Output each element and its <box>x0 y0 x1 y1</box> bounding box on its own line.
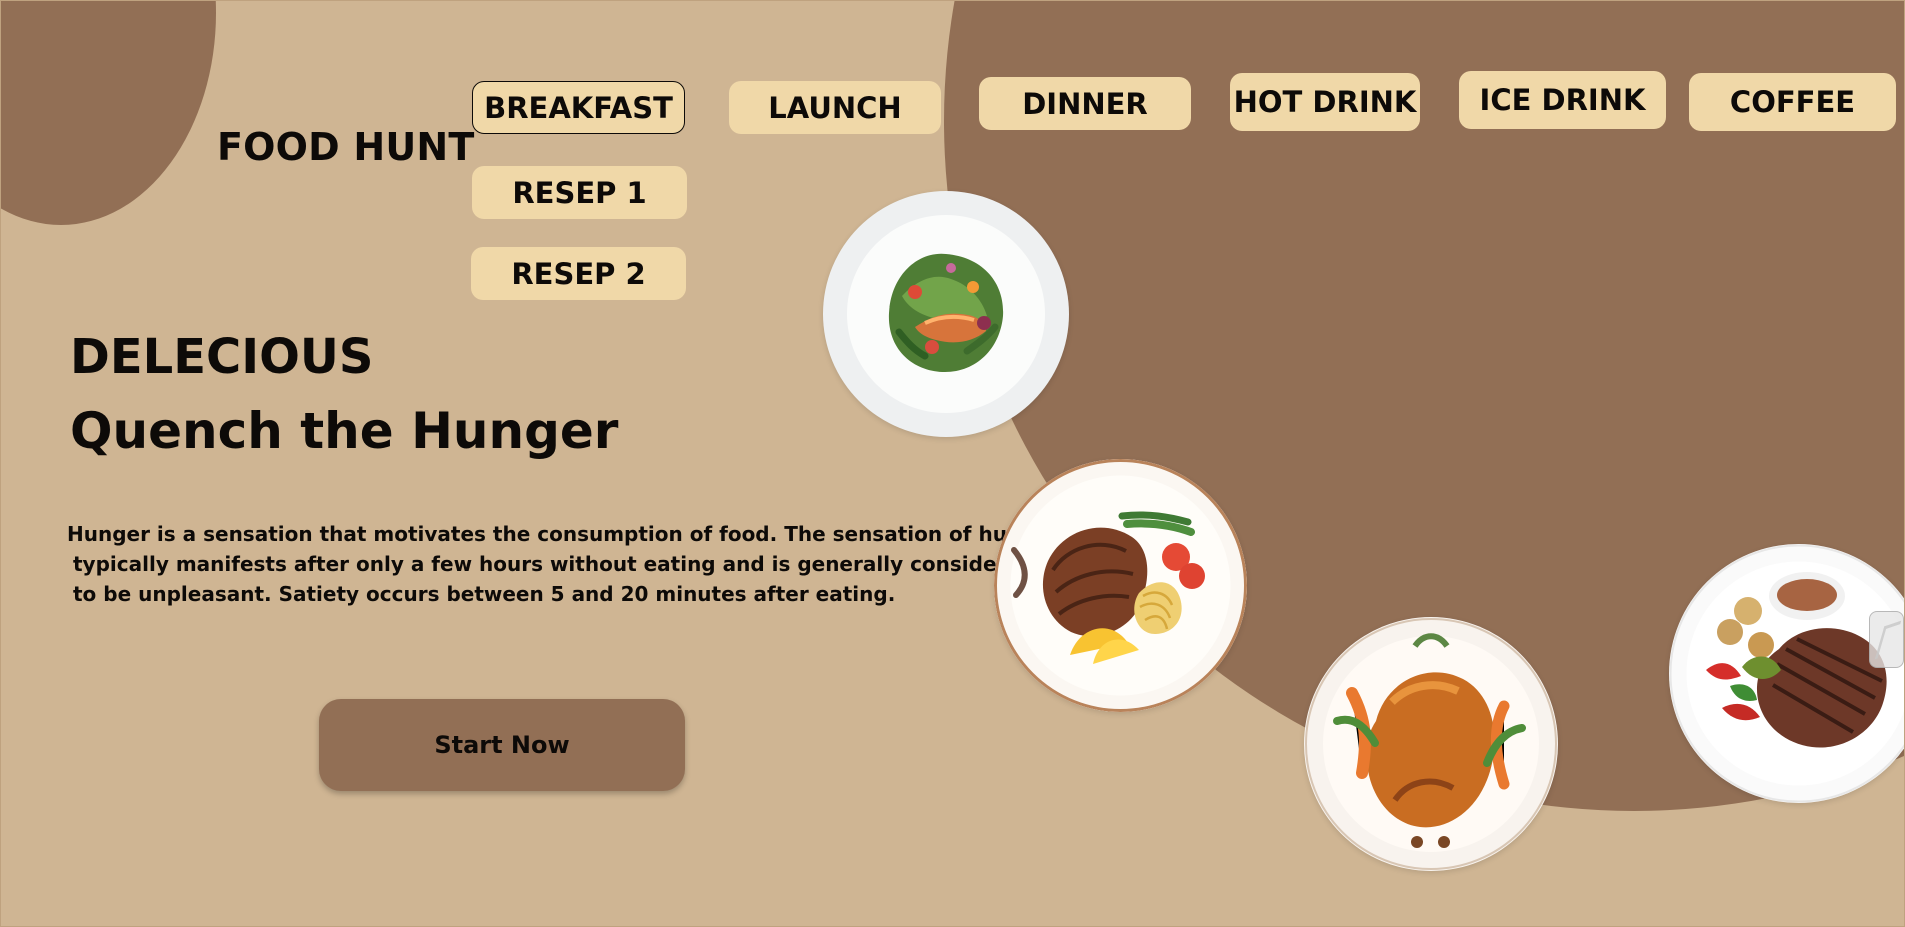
start-now-button[interactable]: Start Now <box>319 699 685 791</box>
nav-breakfast[interactable]: BREAKFAST <box>472 81 685 134</box>
food-hunt-landing-page: FOOD HUNT BREAKFAST LAUNCH DINNER HOT DR… <box>0 0 1905 927</box>
hero-description-line: Hunger is a sensation that motivates the… <box>67 522 1059 546</box>
scroll-handle-icon[interactable] <box>1869 611 1904 668</box>
salmon-salad-icon <box>823 191 1069 437</box>
steak-pasta-plate-icon <box>994 459 1247 712</box>
submenu-resep-1[interactable]: RESEP 1 <box>472 166 687 219</box>
roast-chicken-icon <box>1304 617 1558 871</box>
hero-description-line: to be unpleasant. Satiety occurs between… <box>73 582 896 606</box>
nav-ice-drink[interactable]: ICE DRINK <box>1459 71 1666 129</box>
hero-title: Quench the Hunger <box>70 402 619 460</box>
hero-description: Hunger is a sensation that motivates the… <box>67 519 1059 609</box>
nav-dinner[interactable]: DINNER <box>979 77 1191 130</box>
nav-launch[interactable]: LAUNCH <box>729 81 941 134</box>
hero-kicker: DELECIOUS <box>70 329 374 385</box>
brand-logo: FOOD HUNT <box>217 125 475 169</box>
nav-hot-drink[interactable]: HOT DRINK <box>1230 73 1420 131</box>
submenu-resep-2[interactable]: RESEP 2 <box>471 247 686 300</box>
nav-coffee[interactable]: COFFEE <box>1689 73 1896 131</box>
hero-description-line: typically manifests after only a few hou… <box>73 552 1035 576</box>
top-left-blob <box>1 1 216 225</box>
